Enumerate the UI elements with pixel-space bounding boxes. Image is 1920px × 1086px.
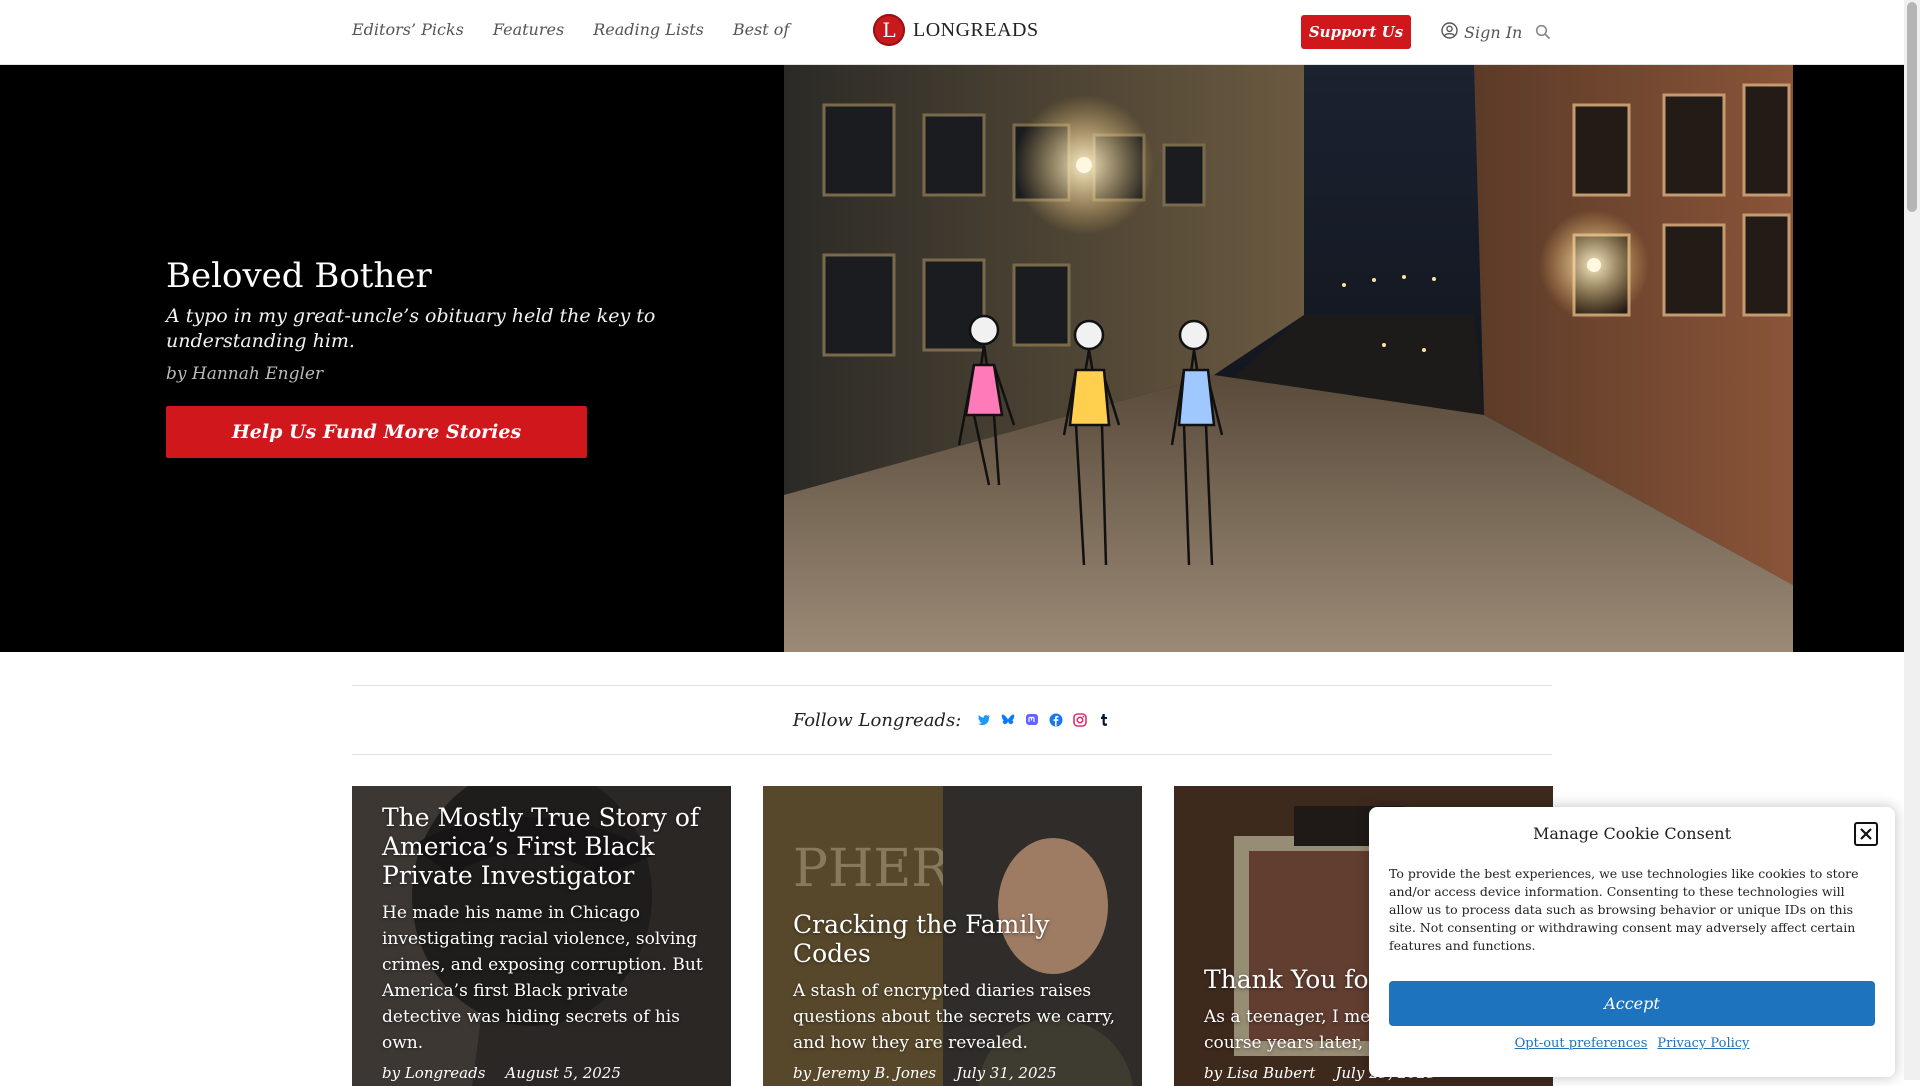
close-icon[interactable] — [1854, 822, 1878, 846]
primary-nav: Editors’ Picks Features Reading Lists Be… — [352, 20, 789, 39]
story-card[interactable]: PHER Cracking the Family Codes A stash o… — [763, 786, 1142, 1086]
nav-editors-picks[interactable]: Editors’ Picks — [352, 20, 464, 39]
twitter-icon[interactable] — [977, 713, 991, 727]
hero-byline: by Hannah Engler — [166, 364, 324, 384]
hero-dek: A typo in my great-uncle’s obituary held… — [166, 305, 656, 352]
card-author[interactable]: by Jeremy B. Jones — [793, 1064, 936, 1082]
cookie-dialog-title: Manage Cookie Consent — [1532, 824, 1732, 843]
story-card[interactable]: The Mostly True Story of America’s First… — [352, 786, 731, 1086]
fund-stories-button[interactable]: Help Us Fund More Stories — [166, 406, 587, 458]
nav-best-of[interactable]: Best of — [733, 20, 790, 39]
mastodon-icon[interactable] — [1025, 713, 1039, 727]
opt-out-preferences-link[interactable]: Opt-out preferences — [1515, 1036, 1648, 1051]
nav-features[interactable]: Features — [493, 20, 564, 39]
card-date: July 31, 2025 — [956, 1064, 1057, 1082]
card-title[interactable]: The Mostly True Story of America’s First… — [382, 803, 709, 890]
hero-title[interactable]: Beloved Bother — [166, 256, 666, 296]
instagram-icon[interactable] — [1073, 713, 1088, 727]
card-author[interactable]: by Longreads — [382, 1064, 485, 1082]
sign-in-link[interactable]: Sign In — [1441, 22, 1522, 43]
bluesky-icon[interactable] — [1001, 713, 1015, 727]
page-scrollbar[interactable] — [1904, 0, 1920, 1080]
cookie-consent-dialog: Manage Cookie Consent To provide the bes… — [1369, 807, 1895, 1077]
sign-in-label: Sign In — [1464, 23, 1523, 42]
scrollbar-thumb[interactable] — [1907, 2, 1917, 212]
card-body: Cracking the Family Codes A stash of enc… — [793, 910, 1120, 1086]
facebook-icon[interactable] — [1049, 713, 1063, 727]
support-us-button[interactable]: Support Us — [1301, 15, 1411, 49]
cookie-dialog-text: To provide the best experiences, we use … — [1389, 866, 1859, 953]
card-meta: by Jeremy B. Jones July 31, 2025 — [793, 1064, 1120, 1086]
nav-reading-lists[interactable]: Reading Lists — [593, 20, 704, 39]
card-date: August 5, 2025 — [505, 1064, 621, 1082]
card-dek: He made his name in Chicago investigatin… — [382, 903, 703, 1053]
logo-mark-icon: L — [873, 14, 905, 46]
tumblr-icon[interactable] — [1097, 713, 1111, 727]
user-circle-icon — [1441, 22, 1458, 43]
logo-text: LONGREADS — [913, 18, 1039, 41]
site-logo[interactable]: L LONGREADS — [873, 14, 1039, 46]
cookie-links: Opt-out preferences Privacy Policy — [1369, 1036, 1895, 1051]
card-author[interactable]: by Lisa Bubert — [1204, 1064, 1315, 1082]
follow-label: Follow Longreads: — [792, 709, 962, 731]
hero-text: Beloved Bother A typo in my great-uncle’… — [166, 256, 666, 458]
top-navigation: Editors’ Picks Features Reading Lists Be… — [0, 0, 1904, 65]
card-dek: A stash of encrypted diaries raises ques… — [793, 981, 1116, 1053]
follow-bar: Follow Longreads: — [352, 685, 1552, 755]
card-title[interactable]: Cracking the Family Codes — [793, 910, 1120, 968]
hero-illustration[interactable] — [784, 65, 1793, 652]
privacy-policy-link[interactable]: Privacy Policy — [1657, 1036, 1749, 1051]
card-meta: by Longreads August 5, 2025 — [382, 1064, 709, 1086]
hero-section: Beloved Bother A typo in my great-uncle’… — [0, 65, 1904, 652]
accept-cookies-button[interactable]: Accept — [1389, 981, 1875, 1026]
search-icon[interactable] — [1535, 24, 1551, 44]
card-body: The Mostly True Story of America’s First… — [382, 803, 709, 1086]
